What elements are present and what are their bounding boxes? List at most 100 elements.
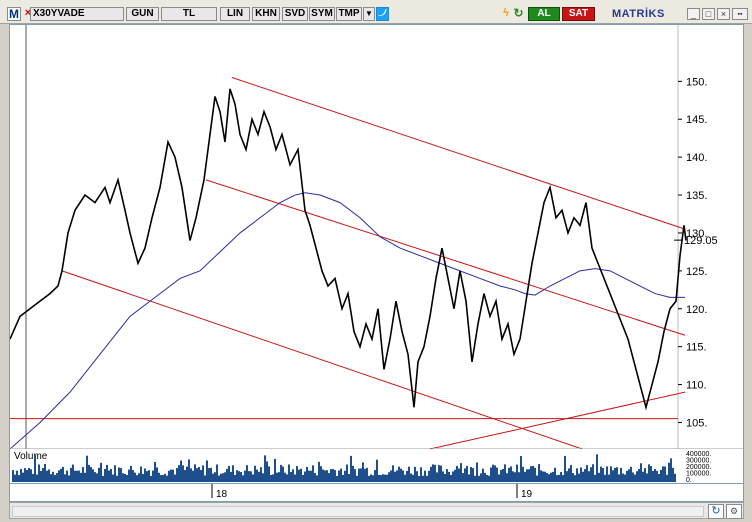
volume-bar xyxy=(374,470,376,482)
volume-bar xyxy=(34,454,36,482)
sym-button[interactable]: SYM xyxy=(309,7,335,21)
volume-bar xyxy=(198,466,200,482)
volume-bar xyxy=(494,465,496,482)
minimize-icon[interactable]: _ xyxy=(687,8,700,20)
maximize-icon[interactable]: □ xyxy=(702,8,715,20)
volume-bar xyxy=(470,467,472,482)
logo-button[interactable]: M xyxy=(7,7,21,21)
dropdown-arrow-icon[interactable]: ▼ xyxy=(363,7,375,21)
volume-panel[interactable]: Volume 400000. 300000. 200000. 100000. 0. xyxy=(9,448,744,484)
volume-bar xyxy=(254,465,256,482)
volume-bar xyxy=(458,468,460,482)
volume-bar xyxy=(504,464,506,482)
volume-bar xyxy=(500,469,502,482)
volume-bar xyxy=(636,471,638,482)
volume-bar xyxy=(82,467,84,482)
volume-bar xyxy=(154,461,156,482)
volume-bar xyxy=(614,467,616,482)
volume-bar xyxy=(92,469,94,482)
volume-bar xyxy=(652,470,654,482)
period-button[interactable]: GUN xyxy=(126,7,159,21)
volume-bar xyxy=(466,465,468,482)
volume-bar xyxy=(216,464,218,482)
volume-bar xyxy=(668,462,670,482)
volume-bar xyxy=(224,472,226,482)
trend-channel-line[interactable] xyxy=(231,77,686,230)
volume-bar xyxy=(414,466,416,482)
scrollbar-track[interactable] xyxy=(12,506,704,517)
volume-bar xyxy=(632,472,634,482)
volume-bar xyxy=(26,470,28,482)
volume-bar xyxy=(244,470,246,482)
volume-bar xyxy=(570,465,572,482)
volume-bar xyxy=(174,474,176,482)
volume-bar xyxy=(426,475,428,482)
volume-bar xyxy=(242,475,244,482)
volume-bar xyxy=(58,470,60,482)
price-chart-panel[interactable]: 150. 145. 140. 135. 130. 125. 120. 115. 110. 105.… xyxy=(9,24,744,484)
volume-bar xyxy=(124,473,126,482)
volume-bar xyxy=(566,471,568,482)
volume-bar xyxy=(78,470,80,482)
volume-bar xyxy=(512,471,514,482)
volume-bar xyxy=(252,474,254,482)
volume-bar xyxy=(672,467,674,482)
volume-bar xyxy=(340,468,342,482)
volume-bar xyxy=(430,466,432,482)
volume-bar xyxy=(342,474,344,482)
volume-bar xyxy=(86,455,88,482)
settings-icon[interactable]: ⚙ xyxy=(726,504,742,519)
twitter-icon[interactable] xyxy=(376,7,389,21)
volume-bar xyxy=(610,466,612,482)
volume-bar xyxy=(622,473,624,482)
volume-bar xyxy=(220,473,222,482)
volume-bar xyxy=(460,463,462,482)
y-tick-label: 135. xyxy=(686,190,707,202)
scale-button[interactable]: LIN xyxy=(220,7,250,21)
volume-bar xyxy=(498,474,500,482)
volume-bar xyxy=(248,471,250,482)
volume-bar xyxy=(222,473,224,482)
volume-bar xyxy=(540,470,542,482)
volume-bar xyxy=(412,474,414,482)
volume-bar xyxy=(536,475,538,482)
volume-bar xyxy=(240,472,242,482)
volume-bar xyxy=(328,473,330,482)
lightning-icon[interactable]: ϟ xyxy=(501,7,511,21)
volume-bar xyxy=(18,475,20,482)
volume-bar xyxy=(294,474,296,482)
volume-bar xyxy=(532,465,534,482)
volume-bar xyxy=(348,473,350,482)
volume-bar xyxy=(386,474,388,482)
y-tick-label: 125. xyxy=(686,266,707,278)
trend-channel-line[interactable] xyxy=(61,270,583,449)
trend-channel-line[interactable] xyxy=(205,179,686,336)
volume-bar xyxy=(324,470,326,482)
volume-bar xyxy=(502,469,504,482)
volume-bar xyxy=(364,468,366,482)
sell-button[interactable]: SAT xyxy=(562,7,595,21)
volume-bar xyxy=(552,471,554,482)
svd-button[interactable]: SVD xyxy=(282,7,308,21)
volume-bar xyxy=(362,462,364,482)
volume-bar xyxy=(356,475,358,482)
buy-button[interactable]: AL xyxy=(528,7,560,21)
khn-button[interactable]: KHN xyxy=(252,7,280,21)
volume-bar xyxy=(84,472,86,482)
refresh-icon[interactable]: ↻ xyxy=(708,504,724,519)
symbol-field[interactable]: X30YVADE xyxy=(30,7,124,21)
volume-bar xyxy=(410,473,412,482)
currency-button[interactable]: TL xyxy=(161,7,217,21)
tmp-button[interactable]: TMP xyxy=(336,7,362,21)
volume-bar xyxy=(492,464,494,482)
volume-bar xyxy=(650,466,652,482)
close-window-icon[interactable]: × xyxy=(717,8,730,20)
volume-bar xyxy=(140,466,142,482)
refresh-icon[interactable]: ↻ xyxy=(513,7,524,21)
x-label-19: 19 xyxy=(521,489,533,500)
menu-icon[interactable]: ▪▪ xyxy=(732,8,748,20)
volume-bar xyxy=(326,470,328,482)
volume-bar xyxy=(88,464,90,482)
volume-bar xyxy=(534,467,536,482)
volume-bar xyxy=(200,469,202,482)
